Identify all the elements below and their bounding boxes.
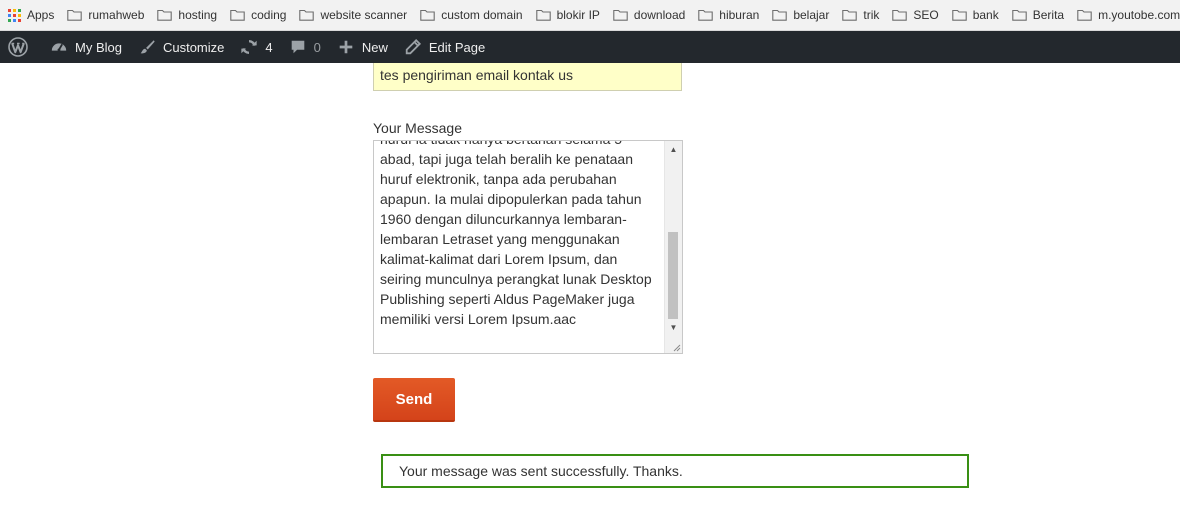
customize-label: Customize bbox=[162, 39, 225, 55]
new-content-link[interactable]: New bbox=[329, 31, 396, 63]
bookmark-folder[interactable]: SEO bbox=[892, 0, 939, 31]
bookmark-label: website scanner bbox=[320, 8, 408, 22]
new-label: New bbox=[361, 39, 388, 55]
folder-icon bbox=[299, 9, 315, 21]
customize-link[interactable]: Customize bbox=[130, 31, 232, 63]
bookmark-label: hosting bbox=[178, 8, 218, 22]
folder-icon bbox=[1011, 9, 1027, 21]
site-name-link[interactable]: My Blog bbox=[36, 31, 130, 63]
folder-icon bbox=[951, 9, 967, 21]
folder-icon bbox=[67, 9, 83, 21]
admin-bar: My Blog Customize 4 0 New Edit Page bbox=[0, 31, 1180, 63]
bookmark-label: custom domain bbox=[441, 8, 523, 22]
message-textarea[interactable]: huruf ia tidak hanya bertahan selama 5 a… bbox=[373, 140, 683, 354]
bookmark-folder[interactable]: blokir IP bbox=[535, 0, 600, 31]
updates-link[interactable]: 4 bbox=[232, 31, 280, 63]
paintbrush-icon bbox=[140, 40, 155, 54]
bookmark-folder[interactable]: download bbox=[613, 0, 685, 31]
bookmark-label: Apps bbox=[27, 8, 55, 22]
comments-link[interactable]: 0 bbox=[281, 31, 329, 63]
scroll-down-arrow-icon[interactable]: ▼ bbox=[665, 319, 682, 336]
textarea-scrollbar[interactable]: ▲ ▼ bbox=[664, 141, 682, 353]
bookmark-label: SEO bbox=[913, 8, 939, 22]
wordpress-logo-icon bbox=[8, 37, 28, 57]
send-button[interactable]: Send bbox=[373, 378, 455, 422]
subject-value: tes pengiriman email kontak us bbox=[380, 67, 573, 83]
bookmark-label: download bbox=[633, 8, 686, 22]
bookmark-folder[interactable]: coding bbox=[230, 0, 286, 31]
success-text: Your message was sent successfully. Than… bbox=[399, 463, 683, 479]
apps-grid-icon bbox=[8, 8, 21, 22]
bookmark-label: hiburan bbox=[719, 8, 760, 22]
bookmark-label: trik bbox=[863, 8, 880, 22]
folder-icon bbox=[842, 9, 858, 21]
folder-icon bbox=[230, 9, 245, 21]
bookmark-folder[interactable]: rumahweb bbox=[67, 0, 144, 31]
pencil-icon bbox=[405, 38, 421, 55]
bookmark-folder[interactable]: website scanner bbox=[299, 0, 407, 31]
bookmark-folder[interactable]: hiburan bbox=[698, 0, 759, 31]
comments-count: 0 bbox=[313, 39, 321, 55]
folder-icon bbox=[535, 9, 551, 21]
bookmark-folder[interactable]: custom domain bbox=[420, 0, 523, 31]
updates-count: 4 bbox=[265, 39, 273, 55]
success-message: Your message was sent successfully. Than… bbox=[381, 454, 969, 488]
scrollbar-thumb[interactable] bbox=[668, 232, 678, 319]
wordpress-menu[interactable] bbox=[0, 31, 36, 63]
bookmark-label: m.youtobe.com bbox=[1098, 8, 1180, 22]
plus-icon bbox=[339, 40, 353, 54]
bookmark-label: rumahweb bbox=[88, 8, 145, 22]
bookmark-folder[interactable]: m.youtobe.com bbox=[1077, 0, 1180, 31]
bookmarks-bar: Apps rumahweb hosting coding website scanne… bbox=[0, 0, 1180, 31]
comment-icon bbox=[291, 40, 304, 54]
bookmark-folder[interactable]: trik bbox=[842, 0, 879, 31]
resize-grip-icon[interactable] bbox=[671, 342, 681, 352]
bookmark-label: belajar bbox=[793, 8, 830, 22]
bookmark-label: coding bbox=[251, 8, 287, 22]
bookmark-folder[interactable]: Berita bbox=[1011, 0, 1065, 31]
bookmark-folder[interactable]: hosting bbox=[157, 0, 217, 31]
site-name: My Blog bbox=[75, 39, 122, 55]
folder-icon bbox=[613, 9, 628, 21]
bookmark-folder[interactable]: bank bbox=[951, 0, 999, 31]
folder-icon bbox=[772, 9, 788, 21]
folder-icon bbox=[420, 9, 435, 21]
bookmark-label: blokir IP bbox=[556, 8, 600, 22]
edit-page-label: Edit Page bbox=[428, 39, 486, 55]
dashboard-icon bbox=[51, 43, 67, 52]
bookmark-label: Berita bbox=[1032, 8, 1065, 22]
scroll-up-arrow-icon[interactable]: ▲ bbox=[665, 141, 682, 158]
folder-icon bbox=[892, 9, 908, 21]
folder-icon bbox=[1077, 9, 1092, 21]
bookmark-folder[interactable]: belajar bbox=[772, 0, 829, 31]
message-label: Your Message bbox=[373, 120, 462, 136]
message-text: huruf ia tidak hanya bertahan selama 5 a… bbox=[380, 141, 652, 327]
bookmark-apps[interactable]: Apps bbox=[8, 0, 54, 31]
folder-icon bbox=[698, 9, 714, 21]
folder-icon bbox=[157, 9, 173, 21]
subject-field[interactable]: tes pengiriman email kontak us bbox=[373, 63, 682, 91]
bookmark-label: bank bbox=[972, 8, 999, 22]
edit-page-link[interactable]: Edit Page bbox=[396, 31, 493, 63]
refresh-icon bbox=[241, 39, 258, 55]
